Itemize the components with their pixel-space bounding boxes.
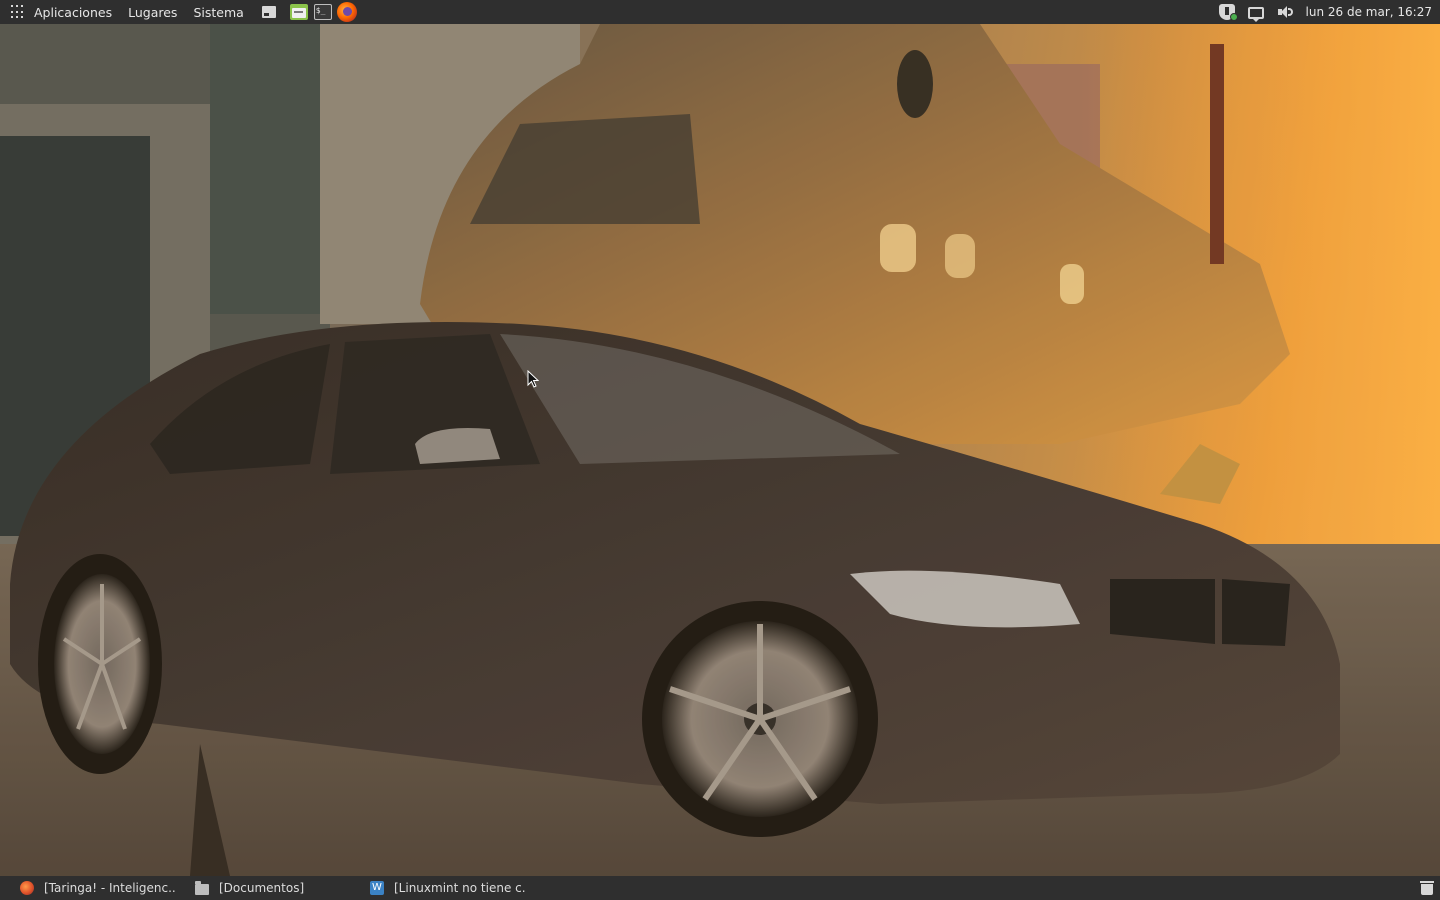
firefox-launcher[interactable]	[336, 2, 357, 22]
menu-sistema[interactable]: Sistema	[193, 5, 243, 20]
writer-document-icon	[370, 881, 384, 895]
show-desktop-launcher[interactable]	[260, 2, 290, 22]
menu-lugares[interactable]: Lugares	[128, 5, 177, 20]
taskbar-item-label: [Linuxmint no tiene c...	[394, 881, 525, 895]
taskbar-item-writer[interactable]: [Linuxmint no tiene c...	[350, 876, 525, 900]
taskbar-item-label: [Taringa! - Inteligenc...	[44, 881, 175, 895]
firefox-icon	[20, 881, 34, 895]
volume-icon[interactable]	[1277, 4, 1293, 20]
terminal-icon: $_	[313, 4, 332, 20]
taskbar-item-documentos[interactable]: [Documentos]	[175, 876, 350, 900]
trash-icon[interactable]	[1420, 881, 1434, 895]
update-manager-icon[interactable]	[1218, 4, 1238, 21]
taskbar-item-firefox[interactable]: [Taringa! - Inteligenc...	[0, 876, 175, 900]
clock[interactable]: lun 26 de mar, 16:27	[1306, 5, 1432, 19]
menu-aplicaciones[interactable]: Aplicaciones	[34, 5, 112, 20]
wallpaper-car-helicopter	[0, 24, 1440, 876]
taskbar-item-label: [Documentos]	[219, 881, 305, 895]
folder-icon	[195, 880, 209, 895]
file-manager-icon	[289, 4, 308, 20]
mouse-pointer-icon	[527, 370, 539, 388]
firefox-icon	[336, 2, 357, 22]
system-tray: lun 26 de mar, 16:27	[1218, 0, 1440, 24]
apps-grid-icon[interactable]	[11, 5, 25, 19]
bottom-panel: [Taringa! - Inteligenc... [Documentos] […	[0, 876, 1440, 900]
terminal-launcher[interactable]: $_	[313, 2, 337, 22]
notifications-icon[interactable]	[1247, 6, 1264, 22]
top-panel: Aplicaciones Lugares Sistema $_ lun 26 d…	[0, 0, 1440, 24]
desktop-wallpaper[interactable]	[0, 24, 1440, 876]
show-desktop-icon	[261, 6, 276, 18]
file-manager-launcher[interactable]	[289, 2, 314, 22]
